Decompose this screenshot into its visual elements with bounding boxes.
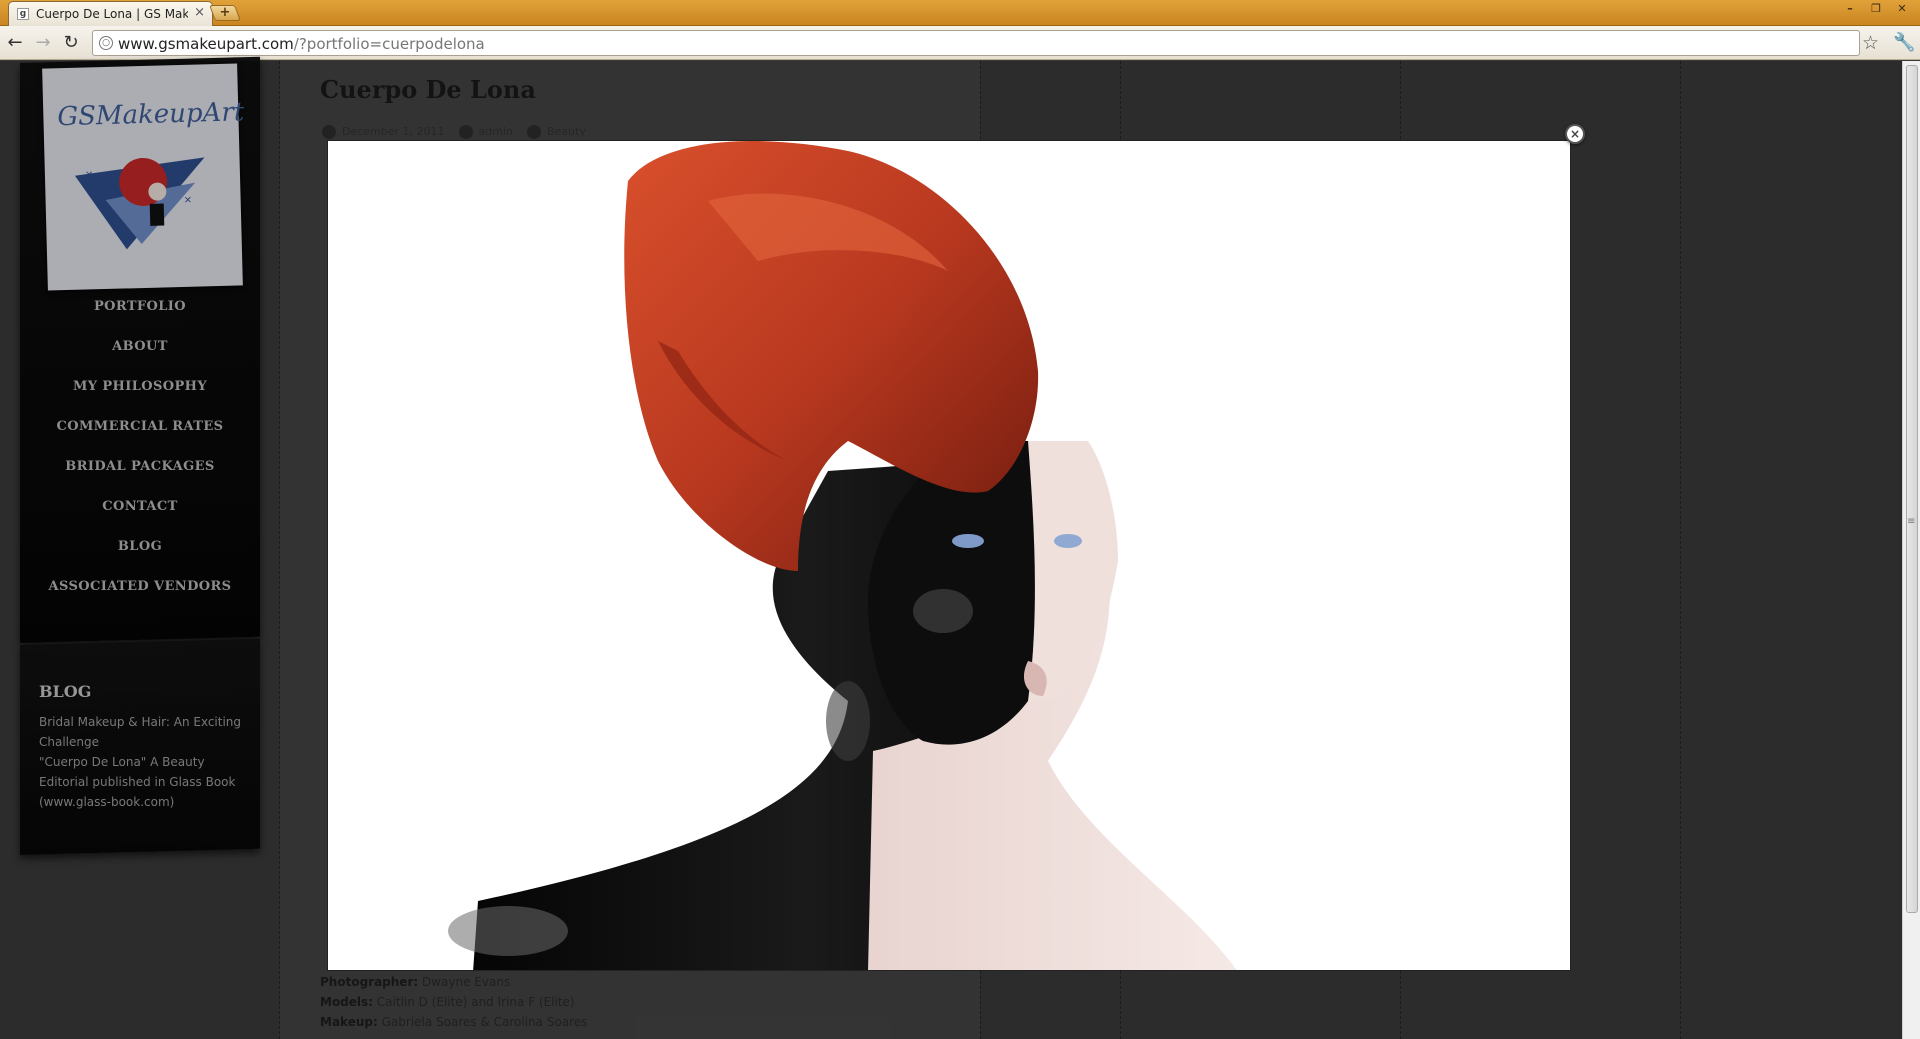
restore-button[interactable]: ❐: [1864, 0, 1888, 18]
forward-arrow-icon[interactable]: →: [32, 32, 54, 54]
tab-title: Cuerpo De Lona | GS Makeu: [36, 7, 188, 21]
portrait-photo: [328, 141, 1570, 970]
browser-titlebar: g Cuerpo De Lona | GS Makeu × + – ❐ ✕: [0, 0, 1920, 26]
bookmark-star-icon[interactable]: ☆: [1862, 32, 1879, 54]
address-bar[interactable]: ○ www.gsmakeupart.com/?portfolio=cuerpod…: [92, 30, 1860, 56]
close-window-button[interactable]: ✕: [1890, 0, 1914, 18]
reload-icon[interactable]: ↻: [60, 32, 82, 54]
browser-tab[interactable]: g Cuerpo De Lona | GS Makeu ×: [8, 1, 213, 26]
back-arrow-icon[interactable]: ←: [4, 32, 26, 54]
site-favicon-icon: g: [17, 8, 29, 20]
url-text: www.gsmakeupart.com/?portfolio=cuerpodel…: [118, 35, 485, 53]
lightbox-image-frame: [327, 140, 1571, 971]
vertical-scrollbar[interactable]: ≡: [1902, 61, 1920, 1039]
scroll-grip-icon: ≡: [1907, 516, 1916, 527]
scrollbar-thumb[interactable]: [1906, 65, 1918, 913]
browser-toolbar: ← → ↻ ○ www.gsmakeupart.com/?portfolio=c…: [0, 26, 1920, 60]
window-controls: – ❐ ✕: [1838, 0, 1914, 18]
globe-icon: ○: [99, 36, 113, 50]
plus-icon: +: [219, 5, 231, 20]
lightbox-close-button[interactable]: ×: [1565, 124, 1585, 144]
wrench-menu-icon[interactable]: 🔧: [1893, 32, 1915, 53]
minimize-button[interactable]: –: [1838, 0, 1862, 18]
tab-close-icon[interactable]: ×: [194, 5, 205, 20]
new-tab-button[interactable]: +: [209, 5, 241, 21]
